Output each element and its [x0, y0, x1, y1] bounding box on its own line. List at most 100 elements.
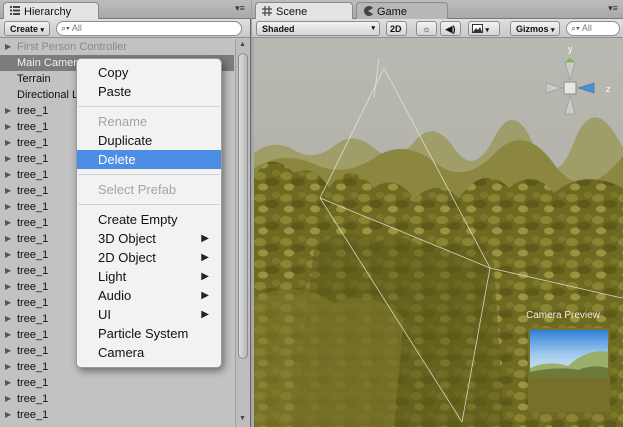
menu-item-3d-object[interactable]: 3D Object ▶ — [77, 229, 221, 248]
tab-hierarchy[interactable]: Hierarchy — [3, 2, 99, 19]
expand-arrow-icon[interactable]: ▶ — [5, 359, 11, 375]
list-icon — [10, 6, 20, 18]
expand-arrow-icon[interactable]: ▶ — [5, 215, 11, 231]
menu-item-paste[interactable]: Paste — [77, 82, 221, 101]
menu-item-particle-system[interactable]: Particle System — [77, 324, 221, 343]
menu-item-light[interactable]: Light ▶ — [77, 267, 221, 286]
hierarchy-item-label: Main Camera — [17, 57, 84, 69]
scene-viewport[interactable]: y z Camera Preview — [254, 38, 623, 427]
expand-arrow-icon[interactable]: ▶ — [5, 247, 11, 263]
expand-arrow-icon[interactable]: ▶ — [5, 295, 11, 311]
tab-scene[interactable]: Scene — [255, 2, 353, 19]
search-icon: ⌕▾ — [61, 23, 70, 33]
scene-tab-strip: Scene Game ▾≡ — [252, 0, 623, 19]
hierarchy-item-label: tree_1 — [17, 313, 49, 325]
hierarchy-item[interactable]: ▶ First Person Controller — [0, 39, 234, 55]
gizmo-axis-z-label: z — [606, 84, 611, 94]
hierarchy-item-label: tree_1 — [17, 153, 49, 165]
tab-hierarchy-label: Hierarchy — [24, 6, 72, 18]
hierarchy-scrollbar[interactable]: ▲ ▼ — [235, 39, 250, 427]
hierarchy-item-label: tree_1 — [17, 297, 49, 309]
hierarchy-item-label: tree_1 — [17, 393, 49, 405]
hierarchy-item-label: tree_1 — [17, 377, 49, 389]
menu-item-ui[interactable]: UI ▶ — [77, 305, 221, 324]
gizmo-axis-y-label: y — [568, 44, 573, 54]
expand-arrow-icon[interactable]: ▶ — [5, 151, 11, 167]
search-icon: ⌕▾ — [571, 23, 580, 33]
menu-item-camera[interactable]: Camera — [77, 343, 221, 362]
menu-item-copy[interactable]: Copy — [77, 63, 221, 82]
gizmos-dropdown[interactable]: Gizmos ▾ — [510, 21, 560, 36]
scene-search-placeholder: All — [581, 23, 592, 33]
hierarchy-item[interactable]: ▶ tree_1 — [0, 375, 234, 391]
expand-arrow-icon[interactable]: ▶ — [5, 103, 11, 119]
expand-arrow-icon[interactable]: ▶ — [5, 119, 11, 135]
hierarchy-item-label: tree_1 — [17, 409, 49, 421]
expand-arrow-icon[interactable]: ▶ — [5, 263, 11, 279]
expand-arrow-icon[interactable]: ▶ — [5, 375, 11, 391]
expand-arrow-icon[interactable]: ▶ — [5, 279, 11, 295]
expand-arrow-icon[interactable]: ▶ — [5, 311, 11, 327]
hierarchy-item-label: tree_1 — [17, 137, 49, 149]
expand-arrow-icon[interactable]: ▶ — [5, 327, 11, 343]
menu-item-label: Audio — [98, 288, 132, 303]
shading-mode-label: Shaded — [262, 24, 295, 34]
hierarchy-item-label: tree_1 — [17, 201, 49, 213]
hierarchy-item-label: tree_1 — [17, 361, 49, 373]
scene-toolbar: Shaded ▾ 2D ☼ ◀) ▾ Gizmos ▾ ⌕▾ All — [252, 19, 623, 38]
shading-mode-dropdown[interactable]: Shaded ▾ — [256, 21, 380, 36]
expand-arrow-icon[interactable]: ▶ — [5, 183, 11, 199]
image-icon[interactable]: ▾ — [468, 21, 500, 36]
menu-separator — [78, 204, 220, 205]
hierarchy-item[interactable]: ▶ tree_1 — [0, 391, 234, 407]
scroll-down-icon[interactable]: ▼ — [239, 415, 246, 422]
expand-arrow-icon[interactable]: ▶ — [5, 231, 11, 247]
menu-item-label: Copy — [98, 65, 129, 80]
menu-item-label: Duplicate — [98, 133, 153, 148]
submenu-arrow-icon: ▶ — [201, 309, 209, 320]
expand-arrow-icon[interactable]: ▶ — [5, 391, 11, 407]
hierarchy-item[interactable]: ▶ tree_1 — [0, 407, 234, 423]
hierarchy-item-label: First Person Controller — [17, 41, 128, 53]
menu-item-create-empty[interactable]: Create Empty — [77, 210, 221, 229]
menu-item-2d-object[interactable]: 2D Object ▶ — [77, 248, 221, 267]
menu-item-label: UI — [98, 307, 111, 322]
hierarchy-item-label: tree_1 — [17, 169, 49, 181]
hierarchy-item-label: Terrain — [17, 73, 51, 85]
menu-item-label: Paste — [98, 84, 132, 99]
sun-icon[interactable]: ☼ — [416, 21, 437, 36]
scroll-up-icon[interactable]: ▲ — [239, 41, 246, 48]
submenu-arrow-icon: ▶ — [201, 233, 209, 244]
camera-preview-image — [528, 328, 610, 412]
expand-arrow-icon[interactable]: ▶ — [5, 167, 11, 183]
menu-item-label: Camera — [98, 345, 145, 360]
pacman-icon — [363, 5, 373, 19]
menu-item-label: 3D Object — [98, 231, 156, 246]
expand-arrow-icon[interactable]: ▶ — [5, 39, 11, 55]
hierarchy-search-input[interactable]: ⌕▾ All — [56, 21, 242, 36]
camera-preview: Camera Preview — [526, 310, 612, 414]
expand-arrow-icon[interactable]: ▶ — [5, 135, 11, 151]
expand-arrow-icon[interactable]: ▶ — [5, 343, 11, 359]
mode-2d-toggle[interactable]: 2D — [386, 21, 407, 36]
hierarchy-item-label: tree_1 — [17, 121, 49, 133]
panel-menu-icon[interactable]: ▾≡ — [234, 4, 246, 14]
menu-separator — [78, 106, 220, 107]
hierarchy-item-label: tree_1 — [17, 185, 49, 197]
hierarchy-item-label: tree_1 — [17, 265, 49, 277]
tab-game[interactable]: Game — [356, 2, 448, 19]
menu-item-label: Delete — [98, 152, 136, 167]
create-dropdown[interactable]: Create ▾ — [4, 21, 51, 36]
menu-item-duplicate[interactable]: Duplicate — [77, 131, 221, 150]
menu-item-delete[interactable]: Delete — [77, 150, 221, 169]
menu-item-label: Rename — [98, 114, 148, 129]
expand-arrow-icon[interactable]: ▶ — [5, 199, 11, 215]
camera-preview-label: Camera Preview — [526, 310, 600, 321]
panel-menu-icon[interactable]: ▾≡ — [607, 4, 619, 14]
scene-search-input[interactable]: ⌕▾ All — [566, 21, 620, 36]
expand-arrow-icon[interactable]: ▶ — [5, 407, 11, 423]
create-label: Create — [10, 24, 39, 34]
speaker-icon[interactable]: ◀) — [440, 21, 461, 36]
menu-item-audio[interactable]: Audio ▶ — [77, 286, 221, 305]
scrollbar-thumb[interactable] — [238, 53, 248, 359]
